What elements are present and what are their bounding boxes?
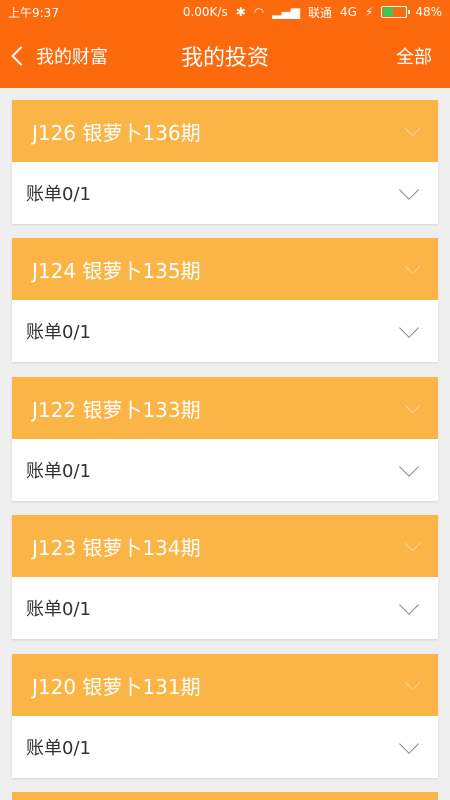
card-bill-row[interactable]: 账单0/1	[12, 716, 438, 778]
status-time: 上午9:37	[8, 5, 59, 20]
investment-card: J120 银萝卜131期 账单0/1	[12, 654, 438, 778]
card-bill-row[interactable]: 账单0/1	[12, 577, 438, 639]
chevron-down-icon	[404, 397, 421, 414]
chevron-down-icon	[404, 258, 421, 275]
wifi-icon: ◠	[253, 5, 265, 19]
chevron-down-icon	[404, 535, 421, 552]
chevron-left-icon	[11, 46, 31, 66]
card-bill-row[interactable]: 账单0/1	[12, 162, 438, 224]
bill-label: 账单0/1	[26, 322, 91, 343]
card-header[interactable]: J124 银萝卜135期	[12, 238, 438, 300]
bill-label: 账单0/1	[26, 738, 91, 759]
investment-card: J124 银萝卜135期 账单0/1	[12, 238, 438, 362]
chevron-down-icon	[399, 457, 419, 477]
top-bar: 上午9:37 0.00K/s ✱ ◠ ▂▄▆ 联通 4G ⚡ 48% 我的财富 …	[0, 0, 450, 88]
card-title: J122 银萝卜133期	[32, 397, 201, 422]
chevron-down-icon	[404, 120, 421, 137]
card-bill-row[interactable]: 账单0/1	[12, 439, 438, 501]
card-header[interactable]: J122 银萝卜133期	[12, 377, 438, 439]
card-title: J126 银萝卜136期	[32, 120, 201, 145]
chevron-down-icon	[404, 674, 421, 691]
card-header[interactable]: J120 银萝卜131期	[12, 654, 438, 716]
card-title: J123 银萝卜134期	[32, 535, 201, 560]
status-icons: 0.00K/s ✱ ◠ ▂▄▆ 联通 4G ⚡ 48%	[183, 4, 442, 21]
chevron-down-icon	[399, 180, 419, 200]
investment-card: J126 银萝卜136期 账单0/1	[12, 100, 438, 224]
card-title: J120 银萝卜131期	[32, 674, 201, 699]
filter-all-button[interactable]: 全部	[396, 43, 432, 69]
network-type: 4G	[339, 5, 357, 19]
chevron-down-icon	[399, 595, 419, 615]
chevron-down-icon	[399, 318, 419, 338]
card-header[interactable]: J126 银萝卜136期	[12, 100, 438, 162]
card-title: J124 银萝卜135期	[32, 258, 201, 283]
battery-percent: 48%	[415, 5, 442, 19]
card-bill-row[interactable]: 账单0/1	[12, 300, 438, 362]
back-button[interactable]: 我的财富	[11, 43, 108, 69]
chevron-down-icon	[399, 734, 419, 754]
investment-card: J122 银萝卜133期 账单0/1	[12, 377, 438, 501]
investment-card: J123 银萝卜134期 账单0/1	[12, 515, 438, 639]
nav-bar: 我的财富 我的投资 全部	[0, 24, 450, 88]
status-bar: 上午9:37 0.00K/s ✱ ◠ ▂▄▆ 联通 4G ⚡ 48%	[0, 0, 450, 24]
bluetooth-icon: ✱	[235, 5, 246, 19]
bill-label: 账单0/1	[26, 184, 91, 205]
battery-icon	[381, 6, 411, 18]
card-header[interactable]: J123 银萝卜134期	[12, 515, 438, 577]
back-button-label: 我的财富	[36, 47, 108, 68]
investment-card-partial[interactable]	[12, 792, 438, 800]
page-title: 我的投资	[180, 46, 270, 71]
signal-icon: ▂▄▆	[272, 5, 300, 19]
battery-fill	[383, 8, 394, 16]
network-speed: 0.00K/s	[182, 5, 228, 19]
bill-label: 账单0/1	[26, 599, 91, 620]
charging-icon: ⚡	[364, 5, 374, 19]
carrier-name: 联通	[307, 5, 332, 20]
bill-label: 账单0/1	[26, 461, 91, 482]
